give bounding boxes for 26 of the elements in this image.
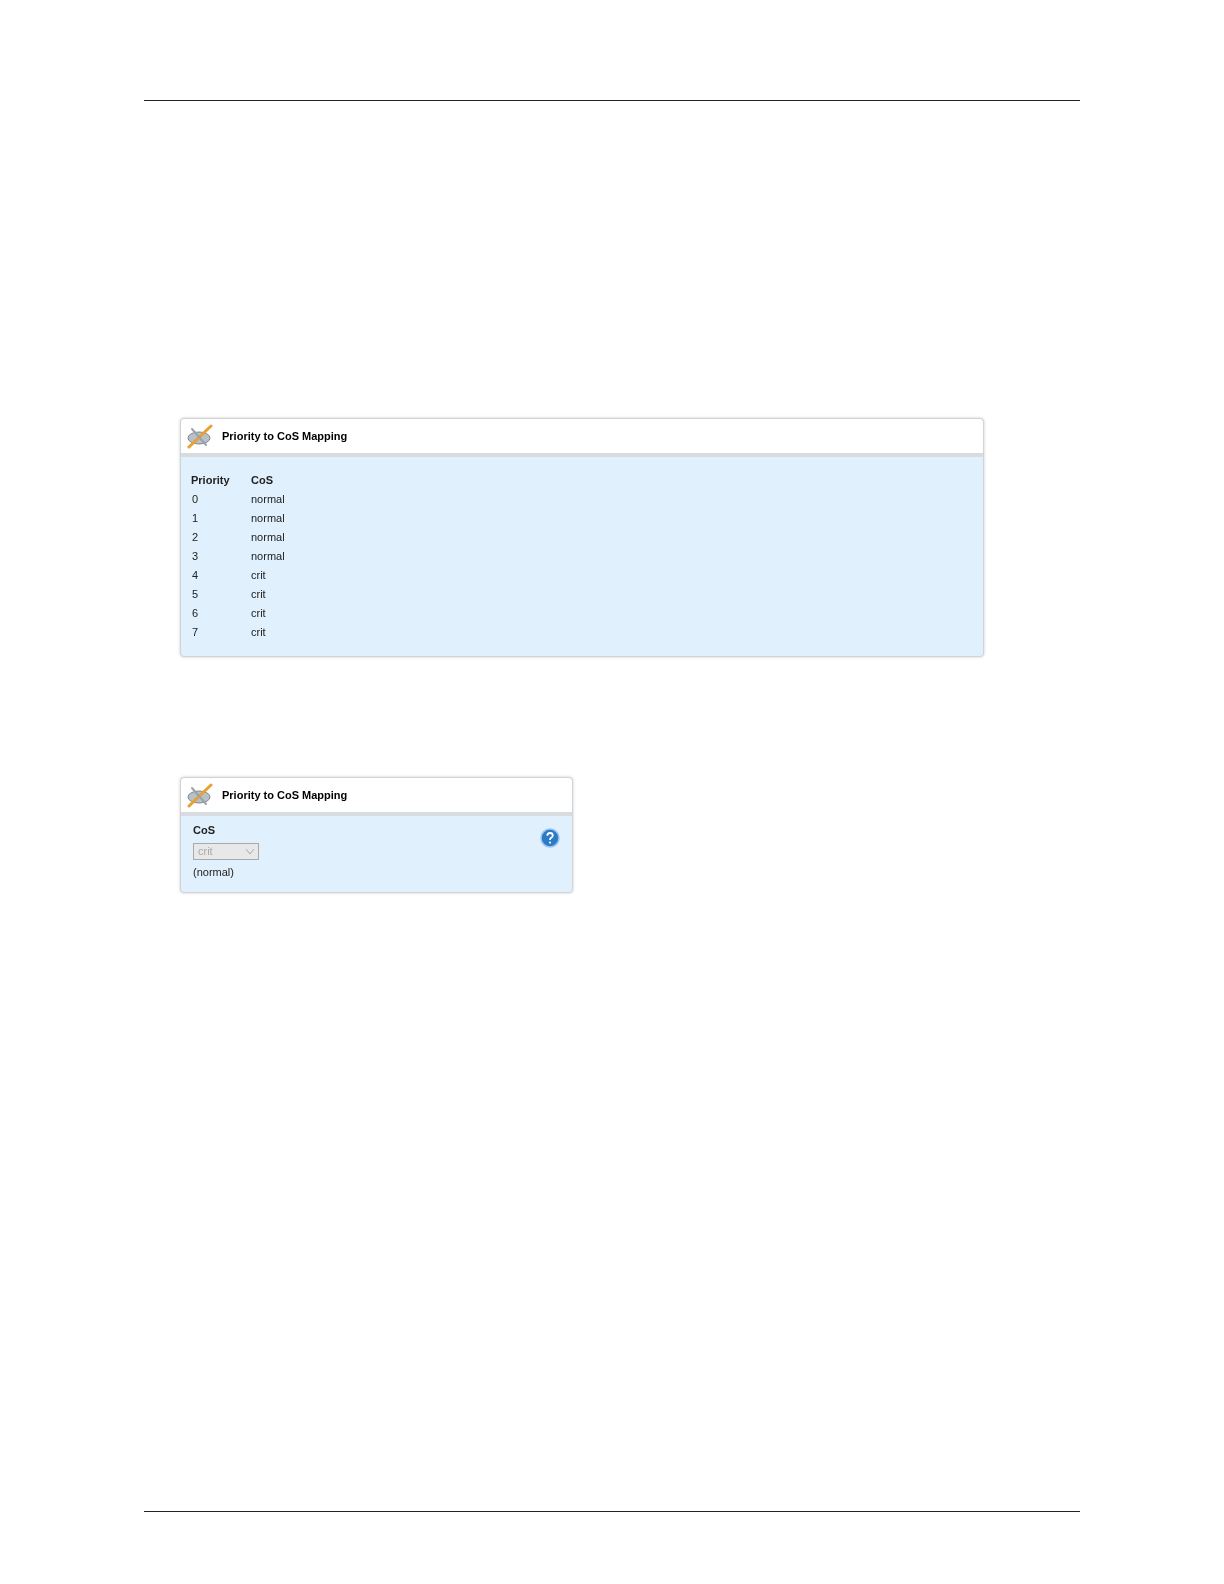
table-cell-text: 3	[191, 549, 200, 564]
help-icon[interactable]	[540, 828, 560, 848]
tools-icon	[186, 423, 214, 449]
panel-title: Priority to CoS Mapping	[222, 787, 348, 803]
table-cell-text: normal	[251, 549, 286, 564]
caret-icon	[246, 848, 254, 854]
table-cell-text: normal	[251, 511, 286, 526]
table-cell-text: 7	[191, 625, 200, 640]
table-cell-text: 1	[191, 511, 200, 526]
column-header: Priority	[191, 473, 231, 488]
table-cell-text: crit	[251, 625, 267, 640]
column-header: CoS	[251, 473, 274, 488]
tools-icon	[186, 782, 214, 808]
table-cell-text: 4	[191, 568, 200, 583]
table-cell-text: crit	[251, 606, 267, 621]
table-cell-text: crit	[251, 568, 267, 583]
table-cell-text: 0	[191, 492, 200, 507]
default-note: (normal)	[193, 864, 235, 880]
field-label: CoS	[193, 823, 216, 838]
panel-title: Priority to CoS Mapping	[222, 428, 348, 444]
table-cell-text: 2	[191, 530, 200, 545]
table-cell-text: normal	[251, 530, 286, 545]
table-cell-text: 5	[191, 587, 200, 602]
table-cell-text: crit	[251, 587, 267, 602]
table-cell-text: 6	[191, 606, 200, 621]
table-cell-text: normal	[251, 492, 286, 507]
